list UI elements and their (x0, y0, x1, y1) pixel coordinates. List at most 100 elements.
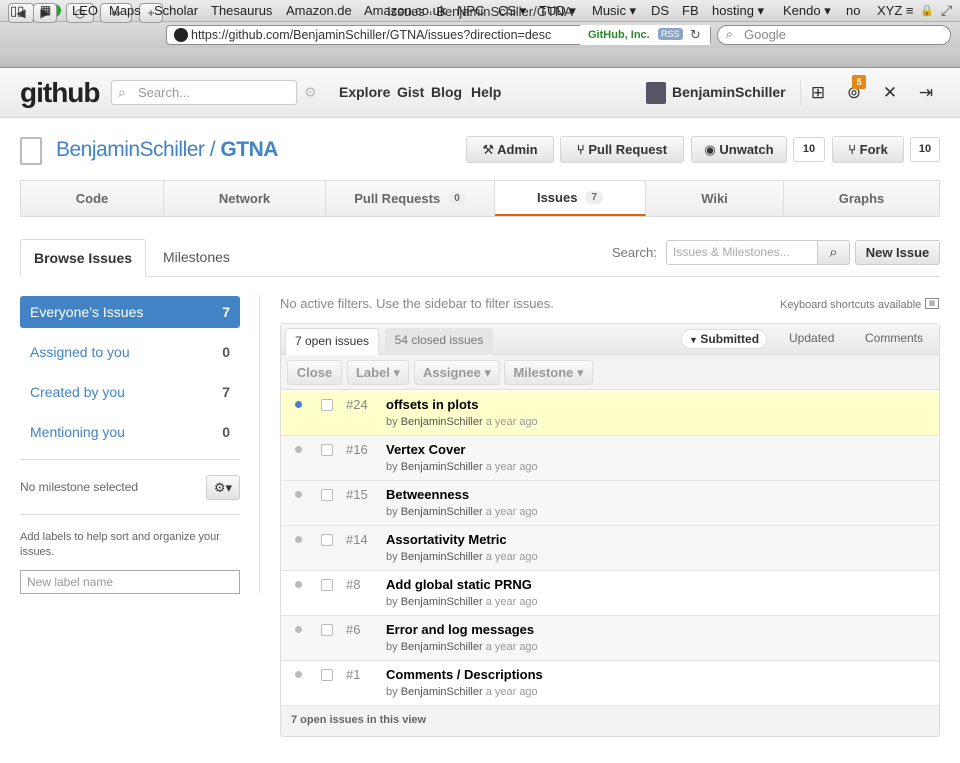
issue-author[interactable]: BenjaminSchiller (401, 641, 483, 653)
repo-name-link[interactable]: GTNA (220, 138, 278, 161)
avatar[interactable] (646, 82, 666, 104)
tab-network[interactable]: Network (164, 181, 326, 216)
new-label-input[interactable]: New label name (20, 570, 240, 594)
issue-row[interactable]: #16 Vertex Cover by BenjaminSchiller a y… (281, 436, 939, 481)
fullscreen-icon[interactable]: ⤢ (941, 2, 952, 19)
open-issues-tab[interactable]: 7 open issues (285, 328, 379, 355)
issue-row[interactable]: #6 Error and log messages by BenjaminSch… (281, 616, 939, 661)
bookmark-item[interactable]: Kendo ▾ (783, 3, 831, 19)
pull-request-button[interactable]: ⑂ Pull Request (560, 136, 684, 163)
issue-checkbox[interactable] (321, 444, 333, 456)
browser-search-field[interactable]: Google (717, 25, 951, 45)
issue-title[interactable]: Comments / Descriptions (386, 667, 543, 682)
tab-issues[interactable]: Issues 7 (495, 181, 646, 216)
issue-row[interactable]: #8 Add global static PRNG by BenjaminSch… (281, 571, 939, 616)
bookmark-item[interactable]: hosting ▾ (712, 3, 764, 19)
bookmark-item[interactable]: TUD ▾ (539, 3, 576, 19)
username-link[interactable]: BenjaminSchiller (672, 84, 786, 100)
bookmark-item[interactable]: Maps (109, 3, 141, 18)
top-sites-icon[interactable]: ▦ (40, 3, 51, 17)
bookmark-item[interactable]: Amazon.co.uk (364, 3, 446, 18)
tab-graphs[interactable]: Graphs (784, 181, 939, 216)
issue-title[interactable]: offsets in plots (386, 397, 478, 412)
issue-author[interactable]: BenjaminSchiller (401, 416, 483, 428)
issue-author[interactable]: BenjaminSchiller (401, 686, 483, 698)
issue-row[interactable]: #1 Comments / Descriptions by BenjaminSc… (281, 661, 939, 706)
issue-search-button[interactable]: ⌕ (817, 240, 850, 265)
assignee-dropdown[interactable]: Assignee ▾ (414, 360, 500, 385)
nav-blog[interactable]: Blog (431, 84, 462, 100)
bookmark-item[interactable]: no (846, 3, 860, 18)
sign-out-icon[interactable]: ⇥ (912, 80, 940, 106)
bookmark-item[interactable]: Thesaurus (211, 3, 272, 18)
close-issues-button[interactable]: Close (287, 360, 342, 385)
bookmark-item[interactable]: CS ▾ (498, 3, 526, 19)
tab-milestones[interactable]: Milestones (163, 249, 230, 265)
issue-title[interactable]: Error and log messages (386, 622, 534, 637)
nav-explore[interactable]: Explore (339, 84, 390, 100)
tab-wiki[interactable]: Wiki (646, 181, 784, 216)
site-search-input[interactable]: Search... (111, 80, 297, 105)
tab-pull-requests[interactable]: Pull Requests 0 (326, 181, 495, 216)
issue-checkbox[interactable] (321, 399, 333, 411)
milestone-gear-button[interactable]: ⚙▾ (206, 475, 240, 500)
advanced-search-gear-icon[interactable]: ⚙ (304, 84, 317, 101)
new-issue-button[interactable]: New Issue (855, 240, 940, 265)
tab-browse-issues[interactable]: Browse Issues (20, 239, 146, 277)
fork-button[interactable]: ⑂ Fork (832, 136, 904, 163)
issue-checkbox[interactable] (321, 624, 333, 636)
label-dropdown[interactable]: Label ▾ (347, 360, 409, 385)
bookmark-item[interactable]: NPC (457, 3, 484, 18)
browser-search-placeholder: Google (744, 27, 786, 42)
keyboard-icon[interactable]: ▦ (925, 298, 939, 309)
site-identity[interactable]: GitHub, Inc. (588, 29, 650, 41)
filter-created-by-you[interactable]: Created by you 7 (20, 376, 240, 408)
watchers-count[interactable]: 10 (793, 137, 825, 162)
milestone-dropdown[interactable]: Milestone ▾ (504, 360, 593, 385)
nav-help[interactable]: Help (471, 84, 501, 100)
unwatch-button[interactable]: ◉ Unwatch (691, 136, 787, 163)
issue-checkbox[interactable] (321, 669, 333, 681)
sort-submitted[interactable]: ▼ Submitted (681, 329, 767, 349)
bookmark-item[interactable]: Scholar (154, 3, 198, 18)
new-repo-icon[interactable]: ⊞ (804, 80, 832, 106)
keyboard-shortcuts-link[interactable]: Keyboard shortcuts available (780, 299, 921, 311)
issue-checkbox[interactable] (321, 489, 333, 501)
bookmark-item[interactable]: XYZ ≡ (877, 3, 913, 18)
settings-tools-icon[interactable]: ✕ (876, 80, 904, 106)
issue-title[interactable]: Betweenness (386, 487, 469, 502)
filter-assigned-to-you[interactable]: Assigned to you 0 (20, 336, 240, 368)
issue-author[interactable]: BenjaminSchiller (401, 551, 483, 563)
issue-checkbox[interactable] (321, 534, 333, 546)
issue-author[interactable]: BenjaminSchiller (401, 461, 483, 473)
issue-row[interactable]: #24 offsets in plots by BenjaminSchiller… (281, 391, 939, 436)
issue-search-input[interactable]: Issues & Milestones... (666, 240, 818, 265)
issue-author[interactable]: BenjaminSchiller (401, 506, 483, 518)
closed-issues-tab[interactable]: 54 closed issues (385, 328, 493, 355)
forks-count[interactable]: 10 (910, 137, 940, 162)
repo-owner-link[interactable]: BenjaminSchiller (56, 138, 205, 161)
sort-comments[interactable]: Comments (865, 331, 923, 345)
issue-title[interactable]: Vertex Cover (386, 442, 466, 457)
bookmark-item[interactable]: LEO (72, 3, 98, 18)
issue-author[interactable]: BenjaminSchiller (401, 596, 483, 608)
reading-list-icon[interactable]: ▯▯ (10, 3, 24, 19)
issue-title[interactable]: Assortativity Metric (386, 532, 507, 547)
issue-title[interactable]: Add global static PRNG (386, 577, 532, 592)
nav-gist[interactable]: Gist (397, 84, 424, 100)
sort-updated[interactable]: Updated (789, 331, 834, 345)
bookmark-item[interactable]: DS (651, 3, 669, 18)
github-logo[interactable]: github (20, 77, 101, 109)
admin-button[interactable]: ⚒ Admin (466, 136, 554, 163)
filter-everyones-issues[interactable]: Everyone’s Issues 7 (20, 296, 240, 328)
issue-row[interactable]: #14 Assortativity Metric by BenjaminSchi… (281, 526, 939, 571)
issue-row[interactable]: #15 Betweenness by BenjaminSchiller a ye… (281, 481, 939, 526)
tab-code[interactable]: Code (21, 181, 164, 216)
bookmark-item[interactable]: Music ▾ (592, 3, 636, 19)
reload-icon[interactable]: ↻ (690, 27, 701, 43)
bookmark-item[interactable]: FB (682, 3, 699, 18)
filter-mentioning-you[interactable]: Mentioning you 0 (20, 416, 240, 448)
rss-badge[interactable]: RSS (658, 28, 683, 40)
issue-checkbox[interactable] (321, 579, 333, 591)
bookmark-item[interactable]: Amazon.de (286, 3, 352, 18)
